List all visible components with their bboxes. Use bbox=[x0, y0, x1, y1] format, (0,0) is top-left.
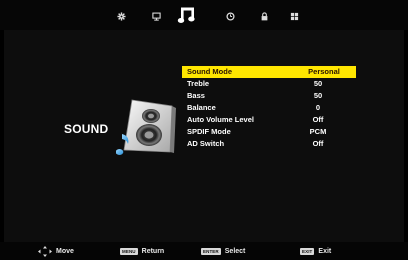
menu-item-value: PCM bbox=[309, 127, 327, 136]
move-arrows-icon bbox=[38, 246, 52, 257]
tab-lock[interactable] bbox=[256, 8, 272, 24]
tab-channel[interactable] bbox=[148, 8, 164, 24]
menu-item-label: Treble bbox=[187, 79, 210, 88]
menu-item-auto-volume-level[interactable]: Auto Volume Level Off bbox=[182, 114, 356, 126]
tab-picture[interactable] bbox=[113, 8, 129, 24]
help-select: ENTER Select bbox=[201, 246, 245, 257]
picture-icon bbox=[116, 11, 126, 21]
menu-tab-bar bbox=[0, 0, 408, 30]
section-title: SOUND bbox=[64, 122, 109, 136]
menu-item-label: SPDIF Mode bbox=[187, 127, 231, 136]
menu-item-ad-switch[interactable]: AD Switch Off bbox=[182, 138, 356, 150]
help-bar: Move MENU Return ENTER Select EXIT Exit bbox=[0, 242, 408, 260]
menu-item-label: Sound Mode bbox=[187, 67, 232, 76]
speaker-icon bbox=[116, 99, 176, 155]
tab-setup[interactable] bbox=[286, 8, 302, 24]
menu-item-value: Personal bbox=[308, 67, 340, 76]
enter-key-icon: ENTER bbox=[201, 248, 221, 255]
menu-item-bass[interactable]: Bass 50 bbox=[182, 90, 356, 102]
menu-item-label: Auto Volume Level bbox=[187, 115, 254, 124]
menu-key-icon: MENU bbox=[120, 248, 138, 255]
help-return: MENU Return bbox=[120, 246, 164, 257]
menu-item-value: 50 bbox=[313, 91, 323, 100]
menu-item-label: AD Switch bbox=[187, 139, 225, 148]
channel-icon bbox=[151, 12, 161, 21]
menu-item-value: Off bbox=[312, 139, 324, 148]
menu-item-spdif-mode[interactable]: SPDIF Mode PCM bbox=[182, 126, 356, 138]
tab-sound[interactable] bbox=[176, 4, 198, 26]
help-exit: EXIT Exit bbox=[300, 246, 331, 257]
menu-item-value: 0 bbox=[315, 103, 321, 112]
help-move: Move bbox=[38, 246, 74, 257]
menu-item-label: Balance bbox=[187, 103, 216, 112]
help-exit-label: Exit bbox=[318, 248, 332, 255]
help-move-label: Move bbox=[56, 248, 74, 255]
menu-item-label: Bass bbox=[187, 91, 205, 100]
lock-icon bbox=[261, 11, 267, 20]
help-return-label: Return bbox=[141, 248, 165, 255]
help-select-label: Select bbox=[224, 248, 246, 255]
time-icon bbox=[225, 11, 235, 21]
menu-item-balance[interactable]: Balance 0 bbox=[182, 102, 356, 114]
tab-time[interactable] bbox=[222, 8, 238, 24]
sound-settings-list: Sound Mode Personal Treble 50 Bass 50 Ba… bbox=[182, 66, 356, 150]
menu-item-value: 50 bbox=[313, 79, 323, 88]
tv-osd-screen: SOUND Sound Mode Personal Treble 50 Bass… bbox=[0, 0, 408, 260]
exit-key-icon: EXIT bbox=[300, 248, 315, 255]
menu-item-sound-mode[interactable]: Sound Mode Personal bbox=[182, 66, 356, 78]
menu-item-value: Off bbox=[312, 115, 324, 124]
sound-icon bbox=[177, 7, 195, 23]
menu-item-treble[interactable]: Treble 50 bbox=[182, 78, 356, 90]
setup-icon bbox=[290, 12, 298, 20]
